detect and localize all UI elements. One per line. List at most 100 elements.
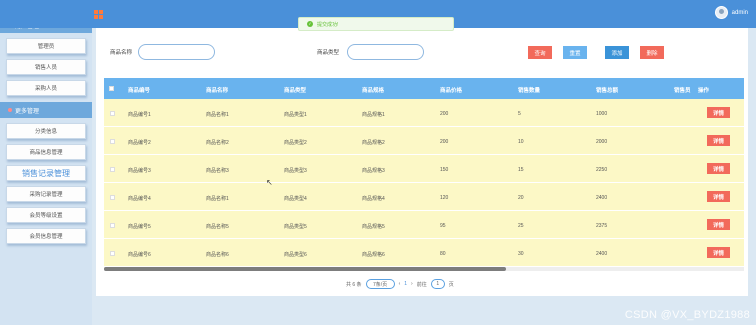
table-row: 商品编号1 商品名称1 商品类型1 商品规格1 200 5 1000 详情	[104, 99, 744, 127]
row-checkbox[interactable]	[110, 167, 115, 172]
row-checkbox[interactable]	[110, 251, 115, 256]
sidebar-item-sales-records[interactable]: 销售记录管理	[6, 165, 86, 181]
sidebar-item-label: 分类信息	[34, 129, 57, 135]
reset-button[interactable]: 重置	[563, 46, 587, 59]
table-cell: 商品名称1	[206, 196, 229, 202]
col-header: 商品编号	[128, 88, 151, 94]
sidebar-item-admin[interactable]: 管理员	[6, 38, 86, 54]
menu-grid-icon[interactable]	[94, 10, 103, 19]
col-header: 销售员	[674, 88, 691, 94]
table-cell: 30	[518, 251, 524, 257]
detail-button[interactable]: 详情	[707, 247, 730, 258]
table-cell: 10	[518, 139, 524, 145]
table-cell: 150	[440, 167, 449, 173]
table-row: 商品编号5 商品名称5 商品类型5 商品规格5 95 25 2375 详情	[104, 211, 744, 239]
table-cell: 80	[440, 251, 446, 257]
col-header: 操作	[698, 88, 710, 94]
sidebar-item-label: 采购人员	[34, 86, 57, 92]
table-cell: 5	[518, 111, 521, 117]
detail-button[interactable]: 详情	[707, 191, 730, 202]
row-checkbox[interactable]	[110, 111, 115, 116]
table-cell: 商品名称6	[206, 252, 229, 258]
table-cell: 商品编号5	[128, 224, 151, 230]
horizontal-scrollbar[interactable]	[104, 267, 744, 271]
sidebar-group-more[interactable]: 更多管理	[0, 102, 92, 118]
sidebar-item-sales-staff[interactable]: 销售人员	[6, 59, 86, 75]
table-cell: 商品类型2	[284, 140, 307, 146]
delete-button[interactable]: 删除	[640, 46, 664, 59]
sidebar-item-label: 销售记录管理	[22, 168, 70, 178]
row-checkbox[interactable]	[110, 223, 115, 228]
table-row: 商品编号2 商品名称2 商品类型2 商品规格2 200 10 2000 详情	[104, 127, 744, 155]
goto-value: 1	[436, 281, 440, 287]
next-page-button[interactable]: ›	[411, 281, 413, 287]
table-cell: 商品名称3	[206, 168, 229, 174]
toast-message: 提交成功!	[317, 21, 339, 28]
sidebar-item-member-info[interactable]: 会员信息管理	[6, 228, 86, 244]
product-type-input[interactable]	[347, 44, 424, 60]
col-header: 销售总额	[596, 88, 619, 94]
table-row: 商品编号6 商品名称6 商品类型6 商品规格6 80 30 2400 详情	[104, 239, 744, 267]
detail-button[interactable]: 详情	[707, 219, 730, 230]
scrollbar-thumb[interactable]	[104, 267, 506, 271]
col-header: 商品价格	[440, 88, 463, 94]
table-cell: 120	[440, 195, 449, 201]
table-row: 商品编号4 商品名称1 商品类型4 商品规格4 120 20 2400 详情	[104, 183, 744, 211]
table-cell: 商品名称5	[206, 224, 229, 230]
table-cell: 商品类型3	[284, 168, 307, 174]
table-cell: 商品编号2	[128, 140, 151, 146]
total-count: 共 6 条	[346, 281, 362, 288]
add-button[interactable]: 添加	[605, 46, 629, 59]
username: admin	[731, 9, 748, 16]
product-name-input[interactable]	[138, 44, 215, 60]
sales-table: 商品编号 商品名称 商品类型 商品规格 商品价格 销售数量 销售总额 销售员 操…	[104, 78, 744, 270]
avatar[interactable]	[714, 6, 728, 19]
table-cell: 15	[518, 167, 524, 173]
main-panel: 商品名称 商品类型 查询 重置 添加 删除 商品编号 商品名称 商品类型 商品规…	[96, 28, 748, 296]
sidebar-item-product-info[interactable]: 商品信息管理	[6, 144, 86, 160]
product-name-label: 商品名称	[110, 50, 133, 56]
table-cell: 商品规格6	[362, 252, 385, 258]
goto-page-input[interactable]: 1	[430, 279, 445, 289]
sidebar-item-member-level[interactable]: 会员等级设置	[6, 207, 86, 223]
table-cell: 商品规格4	[362, 196, 385, 202]
table-cell: 20	[518, 195, 524, 201]
table-row: 商品编号3 商品名称3 商品类型3 商品规格3 150 15 2250 详情	[104, 155, 744, 183]
table-cell: 200	[440, 139, 449, 145]
product-type-label: 商品类型	[317, 50, 340, 56]
row-checkbox[interactable]	[110, 195, 115, 200]
success-toast: ✓ 提交成功!	[298, 17, 454, 31]
detail-button[interactable]: 详情	[707, 163, 730, 174]
detail-button[interactable]: 详情	[707, 135, 730, 146]
watermark: CSDN @VX_BYDZ1988	[624, 309, 750, 321]
prev-page-button[interactable]: ‹	[399, 281, 401, 287]
row-checkbox[interactable]	[110, 139, 115, 144]
page-number[interactable]: 1	[404, 281, 407, 287]
sidebar-item-purchase-records[interactable]: 采购记录管理	[6, 186, 86, 202]
sidebar-item-label: 管理员	[37, 44, 55, 50]
sidebar-item-label: 采购记录管理	[29, 192, 63, 198]
table-header: 商品编号 商品名称 商品类型 商品规格 商品价格 销售数量 销售总额 销售员 操…	[104, 78, 744, 99]
table-cell: 2400	[596, 195, 608, 201]
detail-button[interactable]: 详情	[707, 107, 730, 118]
col-header: 商品类型	[284, 88, 307, 94]
user-menu[interactable]: admin	[714, 6, 748, 19]
table-cell: 商品规格5	[362, 224, 385, 230]
sidebar-item-category[interactable]: 分类信息	[6, 123, 86, 139]
table-cell: 商品类型6	[284, 252, 307, 258]
table-cell: 商品类型1	[284, 112, 307, 118]
table-cell: 2375	[596, 223, 608, 229]
sidebar-group-label: 更多管理	[15, 108, 40, 115]
sidebar-item-label: 会员信息管理	[29, 234, 63, 240]
sidebar-item-label: 销售人员	[34, 65, 57, 71]
sidebar-item-purchase-staff[interactable]: 采购人员	[6, 80, 86, 96]
page-size-select[interactable]: 7条/页	[365, 279, 395, 289]
select-all-checkbox[interactable]	[109, 86, 114, 91]
more-icon	[8, 108, 12, 112]
table-cell: 商品名称1	[206, 112, 229, 118]
query-button[interactable]: 查询	[528, 46, 552, 59]
table-cell: 商品规格3	[362, 168, 385, 174]
table-cell: 2000	[596, 139, 608, 145]
table-cell: 商品类型4	[284, 196, 307, 202]
check-circle-icon: ✓	[307, 21, 313, 27]
